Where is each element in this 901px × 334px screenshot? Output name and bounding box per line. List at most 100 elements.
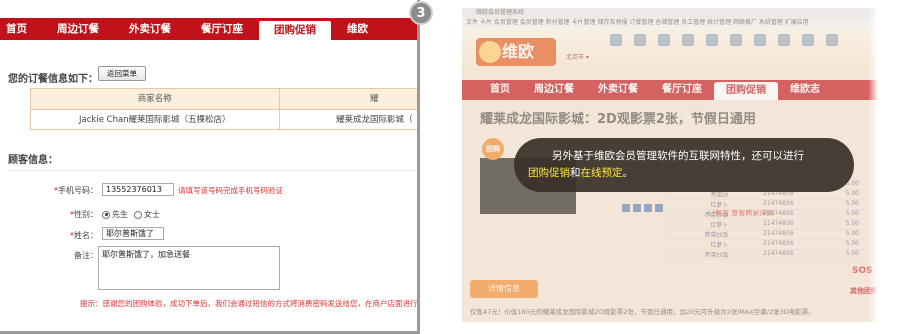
list-cell: 21474836 bbox=[763, 240, 794, 247]
list-cell: 21474836 bbox=[763, 250, 794, 257]
phone-hint: 请填写该号码完成手机号码验证 bbox=[178, 186, 283, 195]
software-preview-panel: 维欧会员管理系统 文件 卡片 会员管理 会员管理 积分管理 卡片管理 储存及预报… bbox=[462, 8, 878, 322]
screenshot-stage: 首页 周边订餐 外卖订餐 餐厅订座 团购促销 维欧 您的订餐信息如下： 返回菜单… bbox=[0, 0, 901, 334]
order-tip-text: 提示：感谢您的团购体验，成功下单后，我们会通过短信的方式将消费密码发送给您，在商… bbox=[80, 299, 418, 308]
section-divider bbox=[8, 170, 417, 171]
nav-tab-group-buy[interactable]: 团购促销 bbox=[258, 20, 332, 40]
list-cell: 21474836 bbox=[763, 200, 794, 207]
gender-male-radio[interactable]: 先生 bbox=[102, 209, 128, 220]
list-cell: 21474836 bbox=[763, 220, 794, 227]
share-icon[interactable] bbox=[622, 204, 630, 212]
list-cell: 红萝卜 bbox=[710, 242, 729, 249]
group-buy-badge: 团购 bbox=[482, 138, 504, 160]
list-item[interactable]: 红萝卜 21474836 5.00 bbox=[667, 220, 863, 230]
list-cell: 5.00 bbox=[845, 230, 859, 237]
preview-tab-group-buy[interactable]: 团购促销 bbox=[714, 82, 778, 100]
table-header-merchant: 商家名称 bbox=[31, 89, 280, 109]
nav-tab-home[interactable]: 首页 bbox=[0, 18, 42, 40]
list-cell: 5.00 bbox=[845, 200, 859, 207]
toolbar-icon[interactable] bbox=[706, 34, 718, 46]
toolbar-icon[interactable] bbox=[754, 34, 766, 46]
list-cell: 红萝卜 bbox=[710, 202, 729, 209]
radio-checked-icon bbox=[102, 210, 110, 219]
nav-tab-reservation[interactable]: 餐厅订座 bbox=[186, 18, 258, 40]
share-icon[interactable] bbox=[633, 204, 641, 212]
callout-line-1: 另外基于维欧会员管理软件的互联网特性，还可以进行 bbox=[552, 150, 804, 162]
nav-tab-nearby-order[interactable]: 周边订餐 bbox=[42, 18, 114, 40]
merchant-table: 商家名称 耀 Jackie Chan耀莱国际影城（五棵松店） 耀莱成龙国际影城（ bbox=[30, 88, 417, 130]
toolbar-icon[interactable] bbox=[730, 34, 742, 46]
phone-label: *手机号码： bbox=[54, 186, 98, 195]
order-info-title: 您的订餐信息如下： bbox=[8, 74, 98, 85]
weiou-logo: 维欧 bbox=[476, 38, 556, 66]
toolbar-icons bbox=[610, 34, 838, 46]
name-input[interactable]: 耶尔普斯饿了 bbox=[102, 227, 164, 240]
callout-period: 。 bbox=[622, 167, 634, 179]
main-nav: 首页 周边订餐 外卖订餐 餐厅订座 团购促销 维欧 bbox=[0, 18, 417, 40]
list-cell: 5.00 bbox=[845, 220, 859, 227]
preview-tab-home[interactable]: 首页 bbox=[462, 80, 522, 100]
logo-mark-icon bbox=[479, 41, 501, 63]
toolbar-icon[interactable] bbox=[802, 34, 814, 46]
preview-tab-nearby-order[interactable]: 周边订餐 bbox=[522, 80, 586, 100]
deal-description: 仅售47元！价值160元的耀莱成龙国际影城2D观影票2张，节假日通用，加20元可… bbox=[470, 308, 815, 316]
nav-tab-weiou[interactable]: 维欧 bbox=[332, 18, 383, 40]
list-cell: 5.00 bbox=[845, 250, 859, 257]
list-item[interactable]: 荠菜炒饭 21474836 5.00 bbox=[667, 230, 863, 240]
name-label: *姓名： bbox=[70, 231, 98, 240]
toolbar-icon[interactable] bbox=[682, 34, 694, 46]
deal-heading: 耀莱成龙国际影城：2D观影票2张，节假日通用 bbox=[480, 112, 756, 127]
list-cell: 21474836 bbox=[763, 230, 794, 237]
table-cell-merchant: Jackie Chan耀莱国际影城（五棵松店） bbox=[31, 110, 280, 129]
preview-tab-reservation[interactable]: 餐厅订座 bbox=[650, 80, 714, 100]
preview-tab-takeout[interactable]: 外卖订餐 bbox=[586, 80, 650, 100]
list-cell: 荠菜炒饭 bbox=[704, 212, 729, 219]
radio-unchecked-icon bbox=[134, 210, 142, 219]
menu-item-list: 红萝卜214748365.00荠菜炒214748365.00红萝卜2147483… bbox=[667, 180, 863, 260]
toolbar-icon[interactable] bbox=[658, 34, 670, 46]
table-header-second: 耀 bbox=[370, 94, 379, 104]
gender-label: *性别： bbox=[70, 210, 98, 219]
app-menu-bar: 文件 卡片 会员管理 会员管理 积分管理 卡片管理 储存及预报 订餐管理 仓储管… bbox=[462, 18, 878, 28]
detail-info-button[interactable]: 详情信息 bbox=[470, 280, 538, 298]
list-cell: 红萝卜 bbox=[710, 222, 729, 229]
phone-input[interactable]: 13552376013 bbox=[102, 183, 174, 196]
callout-highlight-online-booking: 在线预定 bbox=[580, 167, 623, 179]
gender-female-radio[interactable]: 女士 bbox=[134, 209, 160, 220]
share-icon[interactable] bbox=[644, 204, 652, 212]
toolbar-icon[interactable] bbox=[610, 34, 622, 46]
list-cell: 荠菜炒饭 bbox=[704, 252, 729, 259]
note-label: 备注： bbox=[74, 251, 98, 260]
preview-tab-weiou[interactable]: 维欧志 bbox=[778, 80, 832, 100]
note-textarea[interactable]: 耶尔普斯饿了，加急送餐 bbox=[98, 246, 280, 290]
order-form-panel: 首页 周边订餐 外卖订餐 餐厅订座 团购促销 维欧 您的订餐信息如下： 返回菜单… bbox=[0, 0, 420, 334]
list-cell: 荠菜炒饭 bbox=[704, 232, 729, 239]
share-icon[interactable] bbox=[655, 204, 663, 212]
customer-info-title: 顾客信息： bbox=[8, 155, 58, 166]
callout-conjunction: 和 bbox=[570, 167, 581, 179]
list-item[interactable]: 红萝卜 21474836 5.00 bbox=[667, 240, 863, 250]
list-cell: 21474836 bbox=[763, 210, 794, 217]
list-item[interactable]: 荠菜炒饭 21474836 5.00 bbox=[667, 250, 863, 260]
toolbar-icon[interactable] bbox=[634, 34, 646, 46]
list-cell: 5.00 bbox=[845, 240, 859, 247]
table-header-row: 商家名称 耀 bbox=[31, 89, 417, 109]
toolbar-icon[interactable] bbox=[778, 34, 790, 46]
share-icons bbox=[622, 204, 663, 212]
list-item[interactable]: 荠菜炒饭 21474836 5.00 bbox=[667, 210, 863, 220]
preview-nav: 首页 周边订餐 外卖订餐 餐厅订座 团购促销 维欧志 bbox=[462, 80, 878, 100]
table-row: Jackie Chan耀莱国际影城（五棵松店） 耀莱成龙国际影城（ bbox=[31, 109, 417, 129]
list-cell: 5.00 bbox=[845, 210, 859, 217]
nav-tab-takeout[interactable]: 外卖订餐 bbox=[114, 18, 186, 40]
table-cell-second: 耀莱成龙国际影城（ bbox=[336, 115, 413, 125]
back-to-menu-button[interactable]: 返回菜单 bbox=[98, 66, 146, 81]
list-item[interactable]: 红萝卜 21474836 5.00 bbox=[667, 200, 863, 210]
fade-edge bbox=[868, 8, 878, 322]
step-number-badge: 3 bbox=[409, 1, 433, 25]
city-selector[interactable]: 北京市 ▾ bbox=[566, 52, 589, 61]
feature-callout: 另外基于维欧会员管理软件的互联网特性，还可以进行 团购促销和在线预定。 bbox=[514, 138, 854, 192]
callout-highlight-group-buy: 团购促销 bbox=[528, 167, 570, 179]
callout-line-2: 团购促销和在线预定。 bbox=[528, 165, 840, 182]
app-window-title: 维欧会员管理系统 bbox=[462, 8, 878, 18]
toolbar-icon[interactable] bbox=[826, 34, 838, 46]
